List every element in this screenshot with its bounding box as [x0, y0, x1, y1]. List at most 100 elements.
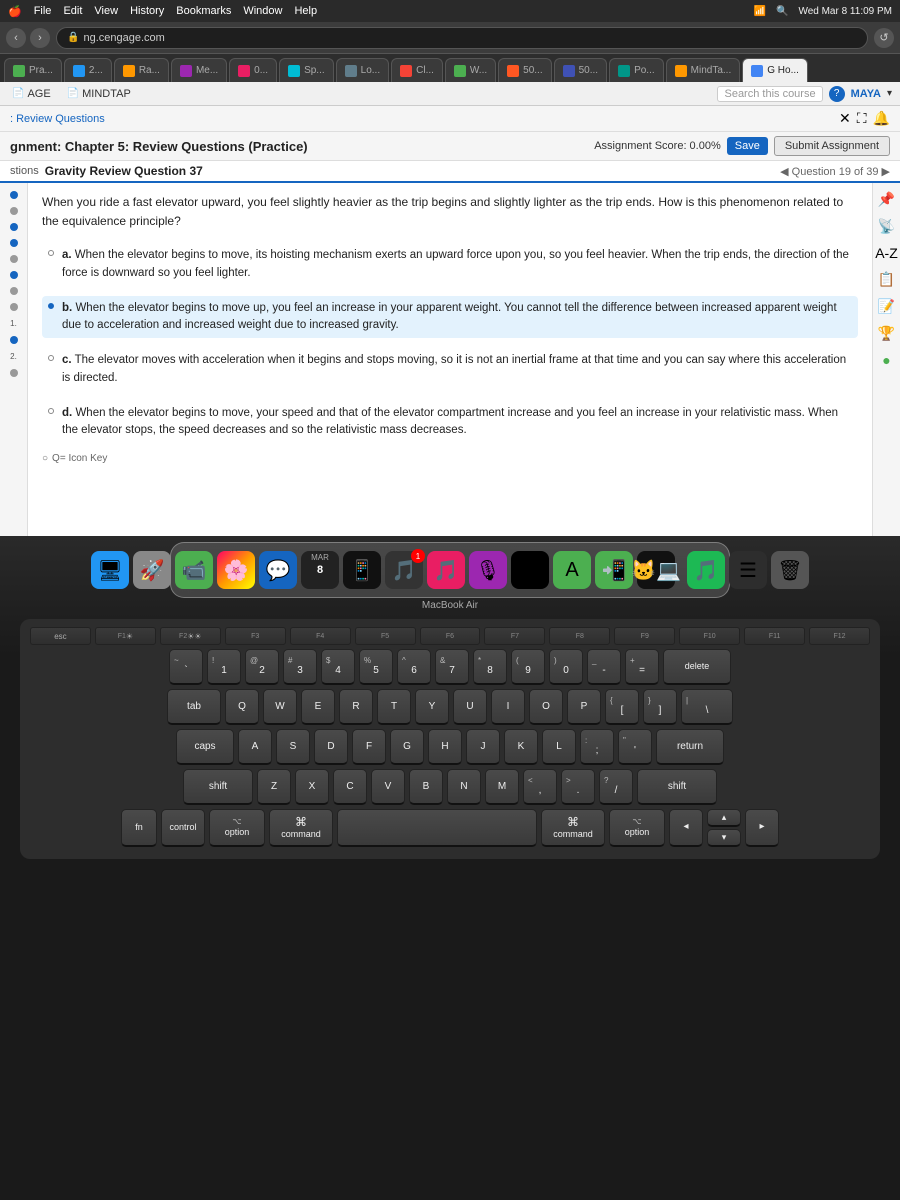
- apple-menu[interactable]: 🍎: [8, 5, 22, 18]
- key-z[interactable]: Z: [257, 769, 291, 805]
- tab-cl[interactable]: Cl...: [391, 58, 443, 82]
- close-icon[interactable]: ✕: [839, 110, 851, 127]
- key-k[interactable]: K: [504, 729, 538, 765]
- key-y[interactable]: Y: [415, 689, 449, 725]
- bookmark-age[interactable]: 📄 AGE: [8, 86, 55, 102]
- key-c[interactable]: C: [333, 769, 367, 805]
- tab-sp[interactable]: Sp...: [279, 58, 334, 82]
- key-d[interactable]: D: [314, 729, 348, 765]
- dock-podcasts[interactable]: 🎙: [469, 551, 507, 589]
- dock-messages[interactable]: 💬: [259, 551, 297, 589]
- tab-mindta[interactable]: MindTa...: [666, 58, 741, 82]
- key-comma[interactable]: <,: [523, 769, 557, 805]
- key-period[interactable]: >.: [561, 769, 595, 805]
- key-down[interactable]: ▾: [707, 829, 741, 847]
- key-0[interactable]: )0: [549, 649, 583, 685]
- tab-ra[interactable]: Ra...: [114, 58, 169, 82]
- tab-50b[interactable]: 50...: [554, 58, 607, 82]
- key-h[interactable]: H: [428, 729, 462, 765]
- key-space[interactable]: [337, 809, 537, 847]
- tab-ho[interactable]: G Ho...: [742, 58, 808, 82]
- key-left[interactable]: ◂: [669, 809, 703, 847]
- tab-me[interactable]: Me...: [171, 58, 227, 82]
- menu-help[interactable]: Help: [294, 5, 317, 18]
- key-esc[interactable]: esc: [30, 627, 91, 645]
- key-f[interactable]: F: [352, 729, 386, 765]
- radio-c[interactable]: [48, 355, 54, 361]
- key-tilde[interactable]: ~`: [169, 649, 203, 685]
- key-g[interactable]: G: [390, 729, 424, 765]
- key-shift-right[interactable]: shift: [637, 769, 717, 805]
- dock-a[interactable]: A: [553, 551, 591, 589]
- dock-appstore[interactable]: 🎵 1: [385, 551, 423, 589]
- tab-0[interactable]: 0...: [229, 58, 277, 82]
- tab-pra[interactable]: Pra...: [4, 58, 62, 82]
- answer-option-c[interactable]: c. The elevator moves with acceleration …: [42, 348, 858, 391]
- key-f4[interactable]: F4: [290, 627, 351, 645]
- key-j[interactable]: J: [466, 729, 500, 765]
- key-option-right[interactable]: ⌥ option: [609, 809, 665, 847]
- key-tab[interactable]: tab: [167, 689, 221, 725]
- key-caps[interactable]: caps: [176, 729, 234, 765]
- key-n[interactable]: N: [447, 769, 481, 805]
- key-f5[interactable]: F5: [355, 627, 416, 645]
- key-9[interactable]: (9: [511, 649, 545, 685]
- dock-photos[interactable]: 🌸: [217, 551, 255, 589]
- menu-view[interactable]: View: [94, 5, 118, 18]
- key-rbracket[interactable]: }]: [643, 689, 677, 725]
- key-7[interactable]: &7: [435, 649, 469, 685]
- key-m[interactable]: M: [485, 769, 519, 805]
- key-w[interactable]: W: [263, 689, 297, 725]
- key-o[interactable]: O: [529, 689, 563, 725]
- dock-trash[interactable]: 🗑: [771, 551, 809, 589]
- dock-messages2[interactable]: 📲: [595, 551, 633, 589]
- key-slash[interactable]: ?/: [599, 769, 633, 805]
- expand-icon[interactable]: ⛶: [857, 110, 867, 127]
- dock-calendar[interactable]: 8 MAR: [301, 551, 339, 589]
- user-avatar[interactable]: MAYA: [851, 88, 881, 100]
- key-b[interactable]: B: [409, 769, 443, 805]
- key-i[interactable]: I: [491, 689, 525, 725]
- question-nav[interactable]: ◀ Question 19 of 39 ▶: [780, 165, 890, 178]
- key-delete[interactable]: delete: [663, 649, 731, 685]
- menu-edit[interactable]: Edit: [63, 5, 82, 18]
- answer-option-b[interactable]: b. When the elevator begins to move up, …: [42, 296, 858, 339]
- answer-option-a[interactable]: a. When the elevator begins to move, its…: [42, 243, 858, 286]
- key-e[interactable]: E: [301, 689, 335, 725]
- key-x[interactable]: X: [295, 769, 329, 805]
- dock-list[interactable]: ☰: [729, 551, 767, 589]
- key-command-right[interactable]: ⌘ command: [541, 809, 605, 847]
- key-quote[interactable]: "': [618, 729, 652, 765]
- help-icon[interactable]: ?: [829, 86, 845, 102]
- radio-a[interactable]: [48, 250, 54, 256]
- search-course-input[interactable]: Search this course: [717, 86, 822, 102]
- search-icon[interactable]: 🔍: [776, 6, 788, 17]
- key-v[interactable]: V: [371, 769, 405, 805]
- key-1[interactable]: !1: [207, 649, 241, 685]
- menu-history[interactable]: History: [130, 5, 164, 18]
- user-dropdown-icon[interactable]: ▾: [887, 88, 892, 99]
- key-semicolon[interactable]: :;: [580, 729, 614, 765]
- answer-option-d[interactable]: d. When the elevator begins to move, you…: [42, 401, 858, 444]
- key-s[interactable]: S: [276, 729, 310, 765]
- key-right[interactable]: ▸: [745, 809, 779, 847]
- tab-w[interactable]: W...: [445, 58, 496, 82]
- right-icon-6[interactable]: ●: [882, 352, 890, 368]
- tab-lo[interactable]: Lo...: [336, 58, 389, 82]
- back-button[interactable]: ‹: [6, 28, 26, 48]
- key-a[interactable]: A: [238, 729, 272, 765]
- key-f7[interactable]: F7: [484, 627, 545, 645]
- forward-button[interactable]: ›: [30, 28, 50, 48]
- key-u[interactable]: U: [453, 689, 487, 725]
- key-up[interactable]: ▴: [707, 809, 741, 827]
- dock-launchpad[interactable]: 🚀: [133, 551, 171, 589]
- key-6[interactable]: ^6: [397, 649, 431, 685]
- right-icon-3[interactable]: 📋: [878, 271, 895, 288]
- menu-file[interactable]: File: [34, 5, 52, 18]
- dock-music[interactable]: 🎵: [427, 551, 465, 589]
- right-icon-2[interactable]: 📡: [878, 218, 895, 235]
- key-backslash[interactable]: |\: [681, 689, 733, 725]
- key-f12[interactable]: F12: [809, 627, 870, 645]
- key-r[interactable]: R: [339, 689, 373, 725]
- bell-icon[interactable]: 🔔: [873, 110, 890, 127]
